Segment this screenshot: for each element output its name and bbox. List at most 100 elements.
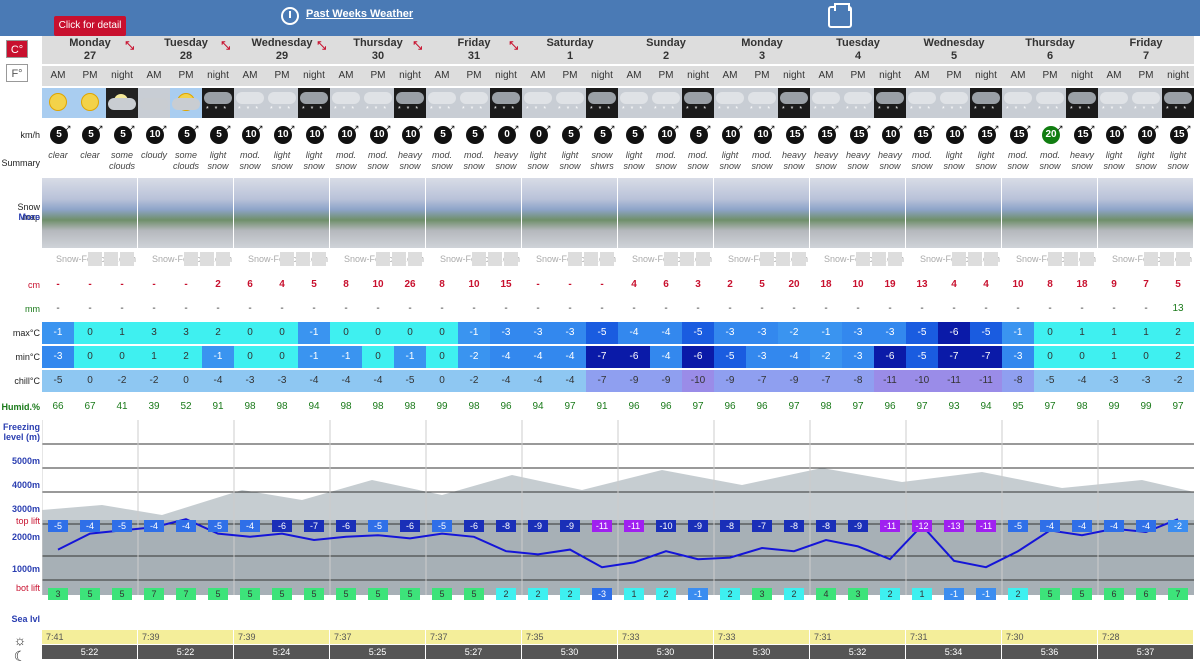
grid-icon[interactable] [792, 252, 806, 266]
grid-icon[interactable] [504, 252, 518, 266]
grid-icon[interactable] [600, 252, 614, 266]
past-weeks-weather-link[interactable]: Past Weeks Weather [280, 8, 413, 20]
expand-icon[interactable]: ⤡ [125, 40, 134, 53]
day-header[interactable]: Friday 31 ⤡ [426, 36, 522, 64]
more-link[interactable]: More [0, 212, 42, 222]
grid-icon[interactable] [984, 252, 998, 266]
bottom-lift-temp: 3 [848, 588, 868, 600]
snow-map[interactable] [714, 178, 809, 248]
expand-icon[interactable] [280, 252, 294, 266]
click-for-detail-button[interactable]: Click for detail [54, 16, 126, 36]
period-label: AM [426, 66, 458, 86]
refresh-icon[interactable] [296, 252, 310, 266]
day-header[interactable]: Friday 7 [1098, 36, 1194, 64]
wind-cell: 5 ↗ [106, 122, 138, 148]
day-header[interactable]: Saturday 1 [522, 36, 618, 64]
bottom-lift-temp: 5 [304, 588, 324, 600]
celsius-button[interactable]: C° [6, 40, 28, 58]
grid-icon[interactable] [696, 252, 710, 266]
snow-map[interactable] [810, 178, 905, 248]
day-header[interactable]: Monday 3 [714, 36, 810, 64]
day-header[interactable]: Wednesday 5 [906, 36, 1002, 64]
sunset-time: 5:37 [1098, 645, 1193, 659]
print-icon[interactable] [828, 3, 852, 28]
expand-icon[interactable] [952, 252, 966, 266]
refresh-icon[interactable] [104, 252, 118, 266]
max-temp: -1 [42, 322, 74, 344]
snow-map[interactable] [426, 178, 521, 248]
expand-icon[interactable] [88, 252, 102, 266]
weather-icon: * * * [554, 88, 586, 118]
bottom-lift-temp: 5 [240, 588, 260, 600]
day-header[interactable]: Thursday 30 ⤡ [330, 36, 426, 64]
max-temp: 0 [234, 322, 266, 344]
snow-map[interactable] [138, 178, 233, 248]
snow-map[interactable] [618, 178, 713, 248]
expand-icon[interactable]: ⤡ [221, 40, 230, 53]
expand-icon[interactable] [1144, 252, 1158, 266]
refresh-icon[interactable] [872, 252, 886, 266]
refresh-icon[interactable] [968, 252, 982, 266]
grid-icon[interactable] [408, 252, 422, 266]
refresh-icon[interactable] [1160, 252, 1174, 266]
snow-map[interactable] [1002, 178, 1097, 248]
snow-map[interactable] [234, 178, 329, 248]
expand-icon[interactable] [184, 252, 198, 266]
min-temp: 0 [266, 346, 298, 368]
expand-icon[interactable] [1048, 252, 1062, 266]
top-lift-temp: -4 [1104, 520, 1124, 532]
grid-icon[interactable] [1080, 252, 1094, 266]
max-temp: -1 [1002, 322, 1034, 344]
grid-icon[interactable] [120, 252, 134, 266]
day-header[interactable]: Thursday 6 [1002, 36, 1098, 64]
grid-icon[interactable] [888, 252, 902, 266]
expand-icon[interactable] [376, 252, 390, 266]
grid-icon[interactable] [216, 252, 230, 266]
snow-amount: 10 [852, 279, 864, 290]
sky: * * * [458, 88, 490, 118]
max-temp: -3 [554, 322, 586, 344]
humidity: 97 [692, 401, 704, 412]
sky: * * * [522, 88, 554, 118]
snow-amount: 10 [372, 279, 384, 290]
day-header[interactable]: Wednesday 29 ⤡ [234, 36, 330, 64]
expand-icon[interactable]: ⤡ [413, 40, 422, 53]
cloud-icon [620, 92, 648, 104]
summary-text: cloudy [140, 150, 167, 160]
snow-amount: - [184, 279, 188, 290]
expand-icon[interactable]: ⤡ [317, 40, 326, 53]
snow-map[interactable] [330, 178, 425, 248]
bottom-lift-temp: 5 [336, 588, 356, 600]
expand-icon[interactable] [664, 252, 678, 266]
grid-icon[interactable] [312, 252, 326, 266]
expand-icon[interactable] [856, 252, 870, 266]
snow-map[interactable] [522, 178, 617, 248]
refresh-icon[interactable] [488, 252, 502, 266]
grid-icon[interactable] [1176, 252, 1190, 266]
snow-map[interactable] [906, 178, 1001, 248]
expand-icon[interactable] [568, 252, 582, 266]
day-header[interactable]: Sunday 2 [618, 36, 714, 64]
cloud-icon [940, 92, 968, 104]
fahrenheit-button[interactable]: F° [6, 64, 28, 82]
expand-icon[interactable] [760, 252, 774, 266]
expand-icon[interactable] [472, 252, 486, 266]
snow-map[interactable] [42, 178, 137, 248]
refresh-icon[interactable] [1064, 252, 1078, 266]
refresh-icon[interactable] [776, 252, 790, 266]
day-header[interactable]: Tuesday 4 [810, 36, 906, 64]
weather-icon: * * * [1002, 88, 1034, 118]
sky: * * * [906, 88, 938, 118]
refresh-icon[interactable] [200, 252, 214, 266]
snow-map[interactable] [1098, 178, 1193, 248]
expand-icon[interactable]: ⤡ [509, 40, 518, 53]
max-temp: -5 [970, 322, 1002, 344]
day-header[interactable]: Tuesday 28 ⤡ [138, 36, 234, 64]
top-lift-temp: -9 [560, 520, 580, 532]
summary-text: heavy snow [1069, 150, 1095, 171]
day-name: Monday [741, 37, 783, 49]
refresh-icon[interactable] [392, 252, 406, 266]
refresh-icon[interactable] [680, 252, 694, 266]
refresh-icon[interactable] [584, 252, 598, 266]
day-header[interactable]: Monday 27 ⤡ [42, 36, 138, 64]
